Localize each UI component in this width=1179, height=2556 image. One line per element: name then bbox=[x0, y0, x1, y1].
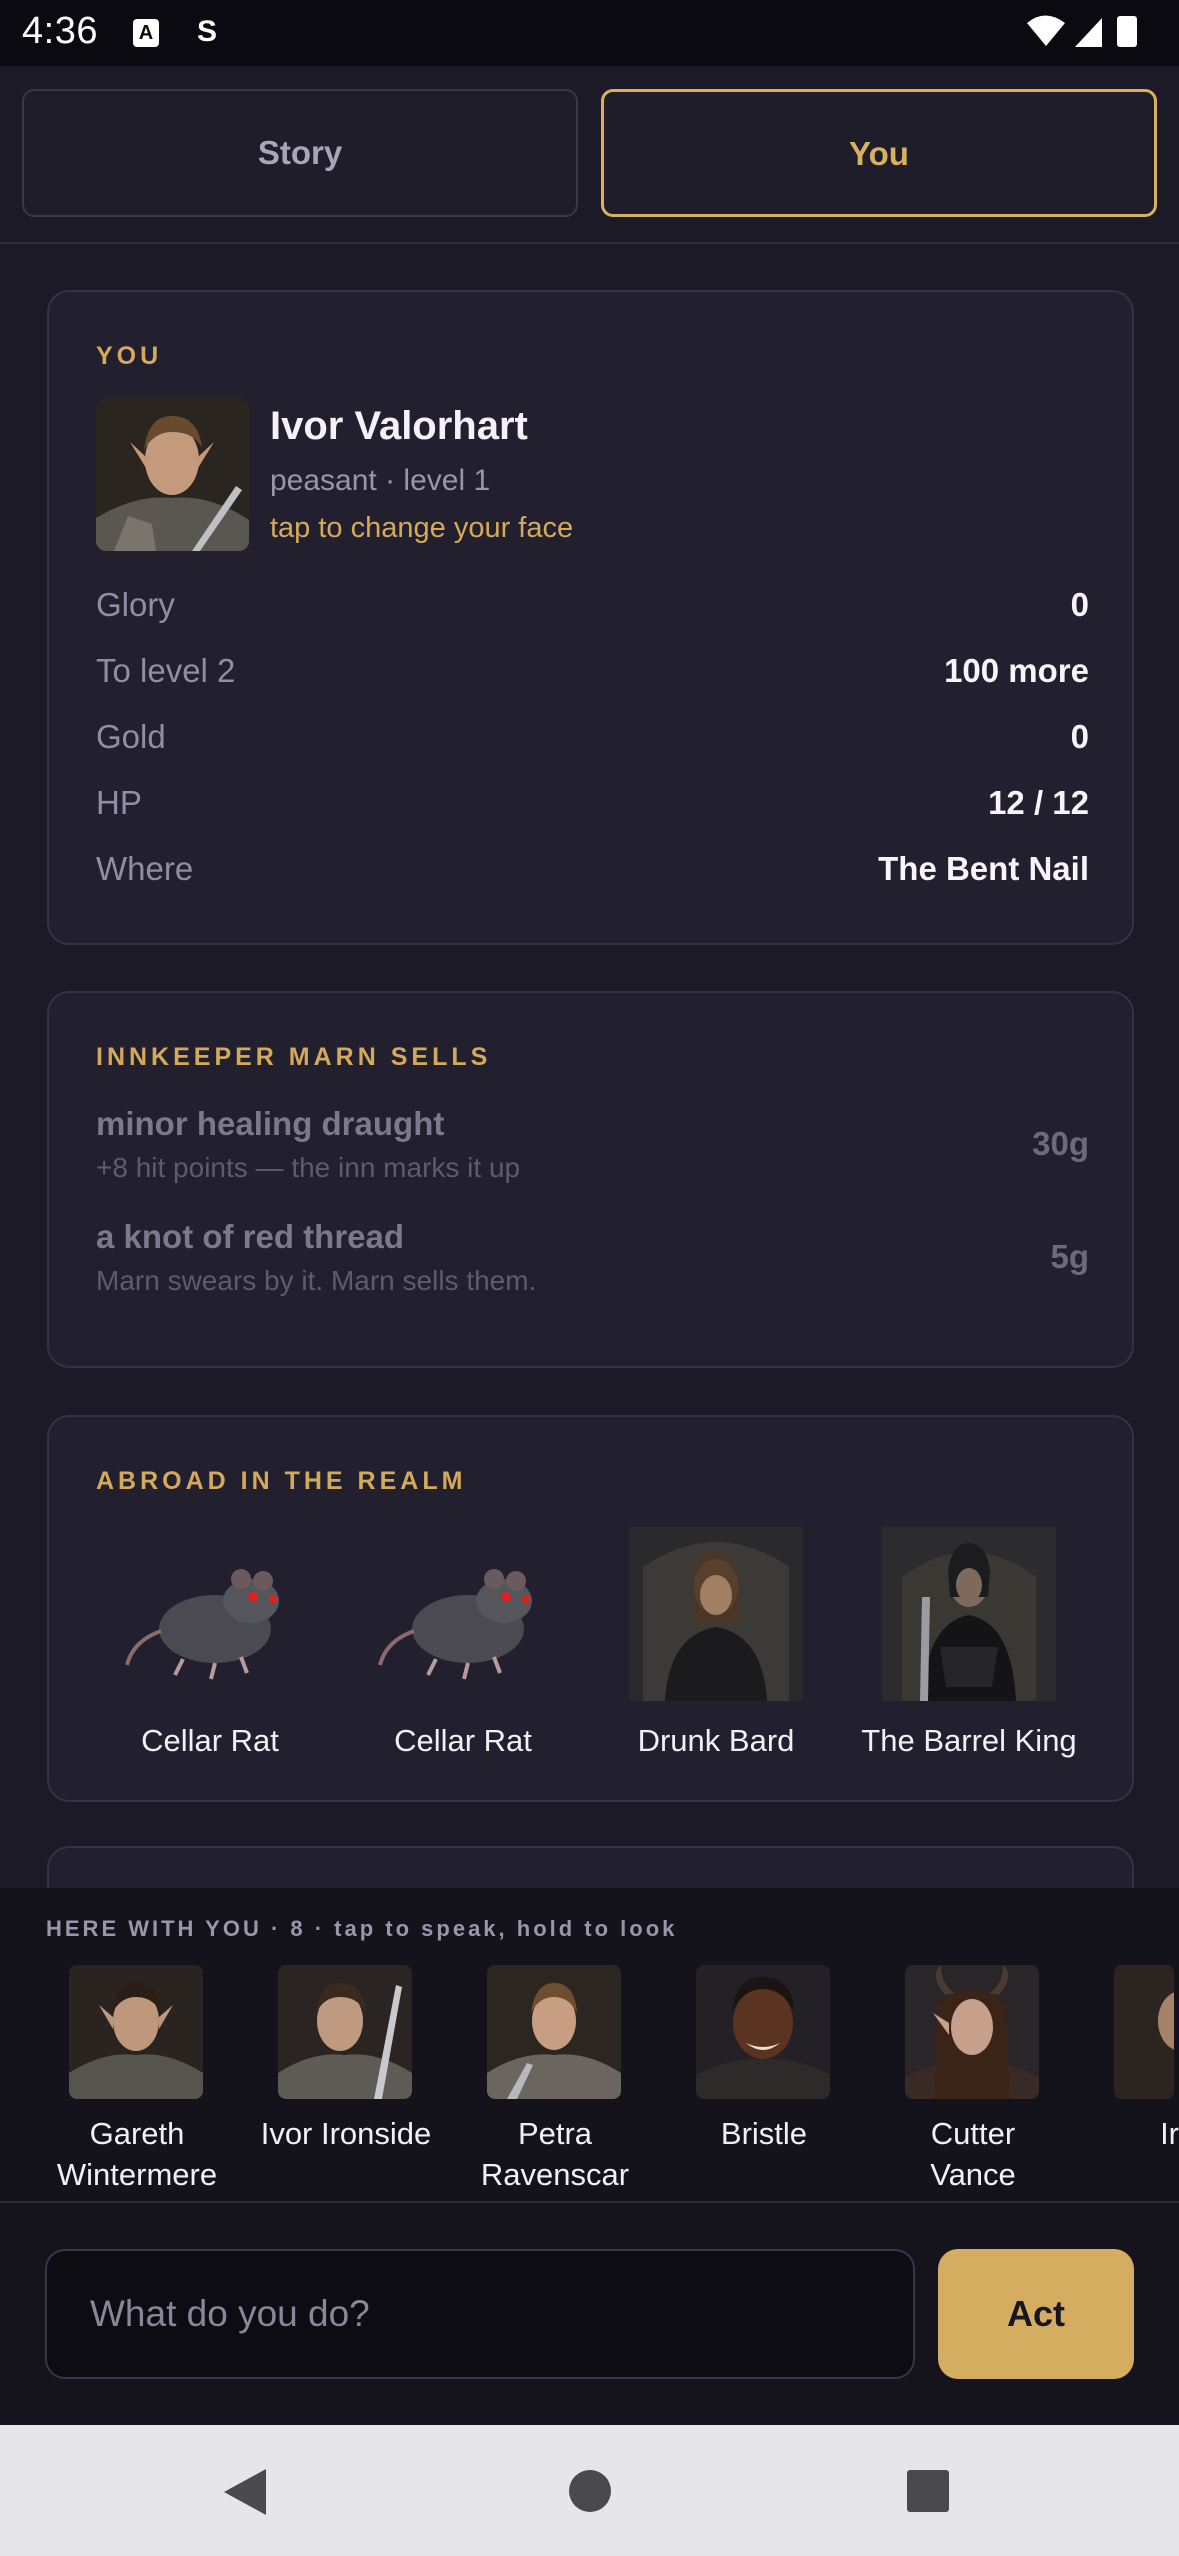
npc-card[interactable]: Bristle bbox=[659, 1965, 869, 2195]
bard-portrait-icon bbox=[629, 1527, 803, 1701]
stat-label: HP bbox=[96, 784, 142, 821]
stat-label: Gold bbox=[96, 718, 166, 755]
npc-card[interactable]: Cutter Vance bbox=[868, 1965, 1078, 2195]
stat-row-glory: Glory 0 bbox=[96, 586, 1089, 634]
realm-creature[interactable]: Drunk Bard bbox=[589, 1527, 843, 1767]
shop-item[interactable]: a knot of red thread Marn swears by it. … bbox=[96, 1218, 1089, 1308]
shop-card: INNKEEPER MARN SELLS minor healing draug… bbox=[47, 991, 1134, 1368]
elf-portrait-icon bbox=[69, 1965, 203, 2099]
shop-item-name: a knot of red thread bbox=[96, 1218, 405, 1255]
status-right-icons bbox=[1027, 15, 1137, 47]
change-face-link[interactable]: tap to change your face bbox=[270, 512, 573, 545]
stat-value: The Bent Nail bbox=[878, 850, 1089, 887]
shop-section-title: INNKEEPER MARN SELLS bbox=[96, 1043, 492, 1071]
tab-you[interactable]: You bbox=[601, 89, 1157, 217]
player-name: Ivor Valorhart bbox=[270, 404, 528, 448]
realm-creature[interactable]: Cellar Rat bbox=[336, 1527, 590, 1767]
elf-warrior-portrait-icon bbox=[278, 1965, 412, 2099]
realm-creature[interactable]: The Barrel King bbox=[842, 1527, 1096, 1767]
npc-name: Ir bbox=[1160, 2116, 1179, 2151]
wifi-icon bbox=[1027, 15, 1065, 46]
notification-a-icon: A bbox=[133, 19, 159, 47]
tab-story[interactable]: Story bbox=[22, 89, 578, 217]
stat-row-gold: Gold 0 bbox=[96, 718, 1089, 766]
creature-name: Drunk Bard bbox=[637, 1723, 795, 1758]
rat-portrait-icon bbox=[125, 1569, 279, 1680]
npc-portrait bbox=[1114, 1965, 1174, 2099]
signal-icon bbox=[1075, 18, 1102, 47]
you-card: YOU Ivor Valorhart peasant · level 1 tap… bbox=[47, 290, 1134, 945]
npc-card[interactable]: Ir bbox=[1077, 1965, 1179, 2195]
shop-item-name: minor healing draught bbox=[96, 1105, 445, 1142]
npc-portrait bbox=[69, 1965, 203, 2099]
stat-row-where: Where The Bent Nail bbox=[96, 850, 1089, 898]
stat-value: 100 more bbox=[944, 652, 1089, 689]
shop-item-price: 5g bbox=[1050, 1238, 1089, 1275]
here-with-you-panel[interactable]: HERE WITH YOU · 8 · tap to speak, hold t… bbox=[0, 1888, 1179, 2203]
npc-portrait bbox=[278, 1965, 412, 2099]
armored-king-portrait-icon bbox=[882, 1527, 1056, 1701]
player-class-level: peasant · level 1 bbox=[270, 464, 491, 497]
stat-label: To level 2 bbox=[96, 652, 236, 689]
horned-woman-portrait-icon bbox=[905, 1965, 1039, 2099]
npc-name: Cutter Vance bbox=[930, 2116, 1016, 2192]
action-bar: Act bbox=[0, 2203, 1179, 2425]
stat-row-hp: HP 12 / 12 bbox=[96, 784, 1089, 832]
stat-value: 12 / 12 bbox=[988, 784, 1089, 821]
back-icon[interactable] bbox=[222, 2467, 270, 2517]
partial-portrait-icon bbox=[1114, 1965, 1174, 2099]
creature-name: The Barrel King bbox=[861, 1723, 1077, 1758]
stat-label: Where bbox=[96, 850, 194, 887]
npc-portrait bbox=[905, 1965, 1039, 2099]
tab-bar: Story You bbox=[0, 66, 1179, 244]
npc-name: Gareth Wintermere bbox=[56, 2116, 218, 2192]
player-portrait[interactable] bbox=[96, 398, 249, 551]
shop-item-description: +8 hit points — the inn marks it up bbox=[96, 1152, 521, 1183]
shop-item-price: 30g bbox=[1032, 1125, 1089, 1162]
you-section-title: YOU bbox=[96, 342, 163, 370]
stat-value: 0 bbox=[1070, 586, 1089, 623]
smiling-man-portrait-icon bbox=[696, 1965, 830, 2099]
rat-portrait-icon bbox=[378, 1569, 532, 1680]
home-icon[interactable] bbox=[568, 2469, 612, 2513]
action-input[interactable] bbox=[45, 2249, 915, 2379]
battery-icon bbox=[1117, 16, 1137, 47]
stat-row-level: To level 2 100 more bbox=[96, 652, 1089, 700]
npc-name: Petra Ravenscar bbox=[480, 2116, 630, 2192]
app-screen: 4:36 A S Story You YOU Ivor Valorhart pe… bbox=[0, 0, 1179, 2556]
npc-name: Ivor Ironside bbox=[260, 2116, 432, 2151]
status-bar: 4:36 A S bbox=[0, 0, 1179, 66]
system-navigation-bar bbox=[0, 2425, 1179, 2556]
recents-icon[interactable] bbox=[907, 2470, 949, 2512]
here-with-you-title: HERE WITH YOU · 8 · tap to speak, hold t… bbox=[46, 1916, 678, 1941]
shop-item-description: Marn swears by it. Marn sells them. bbox=[96, 1265, 537, 1296]
npc-portrait bbox=[487, 1965, 621, 2099]
realm-card: ABROAD IN THE REALM Cellar Rat Cellar Ra… bbox=[47, 1415, 1134, 1802]
realm-section-title: ABROAD IN THE REALM bbox=[96, 1467, 467, 1495]
npc-portrait bbox=[696, 1965, 830, 2099]
creature-name: Cellar Rat bbox=[141, 1723, 279, 1758]
npc-card[interactable]: Ivor Ironside bbox=[241, 1965, 451, 2195]
npc-card[interactable]: Gareth Wintermere bbox=[32, 1965, 242, 2195]
shop-item[interactable]: minor healing draught +8 hit points — th… bbox=[96, 1105, 1089, 1195]
notification-s-icon: S bbox=[196, 15, 217, 48]
npc-name: Bristle bbox=[720, 2116, 808, 2151]
act-button[interactable]: Act bbox=[938, 2249, 1134, 2379]
creature-name: Cellar Rat bbox=[394, 1723, 532, 1758]
status-time: 4:36 bbox=[22, 10, 98, 52]
stat-label: Glory bbox=[96, 586, 175, 623]
elf-warrior-portrait-icon bbox=[96, 398, 249, 551]
realm-creature[interactable]: Cellar Rat bbox=[83, 1527, 337, 1767]
stat-value: 0 bbox=[1070, 718, 1089, 755]
elf-warrior-portrait-icon bbox=[487, 1965, 621, 2099]
npc-card[interactable]: Petra Ravenscar bbox=[450, 1965, 660, 2195]
